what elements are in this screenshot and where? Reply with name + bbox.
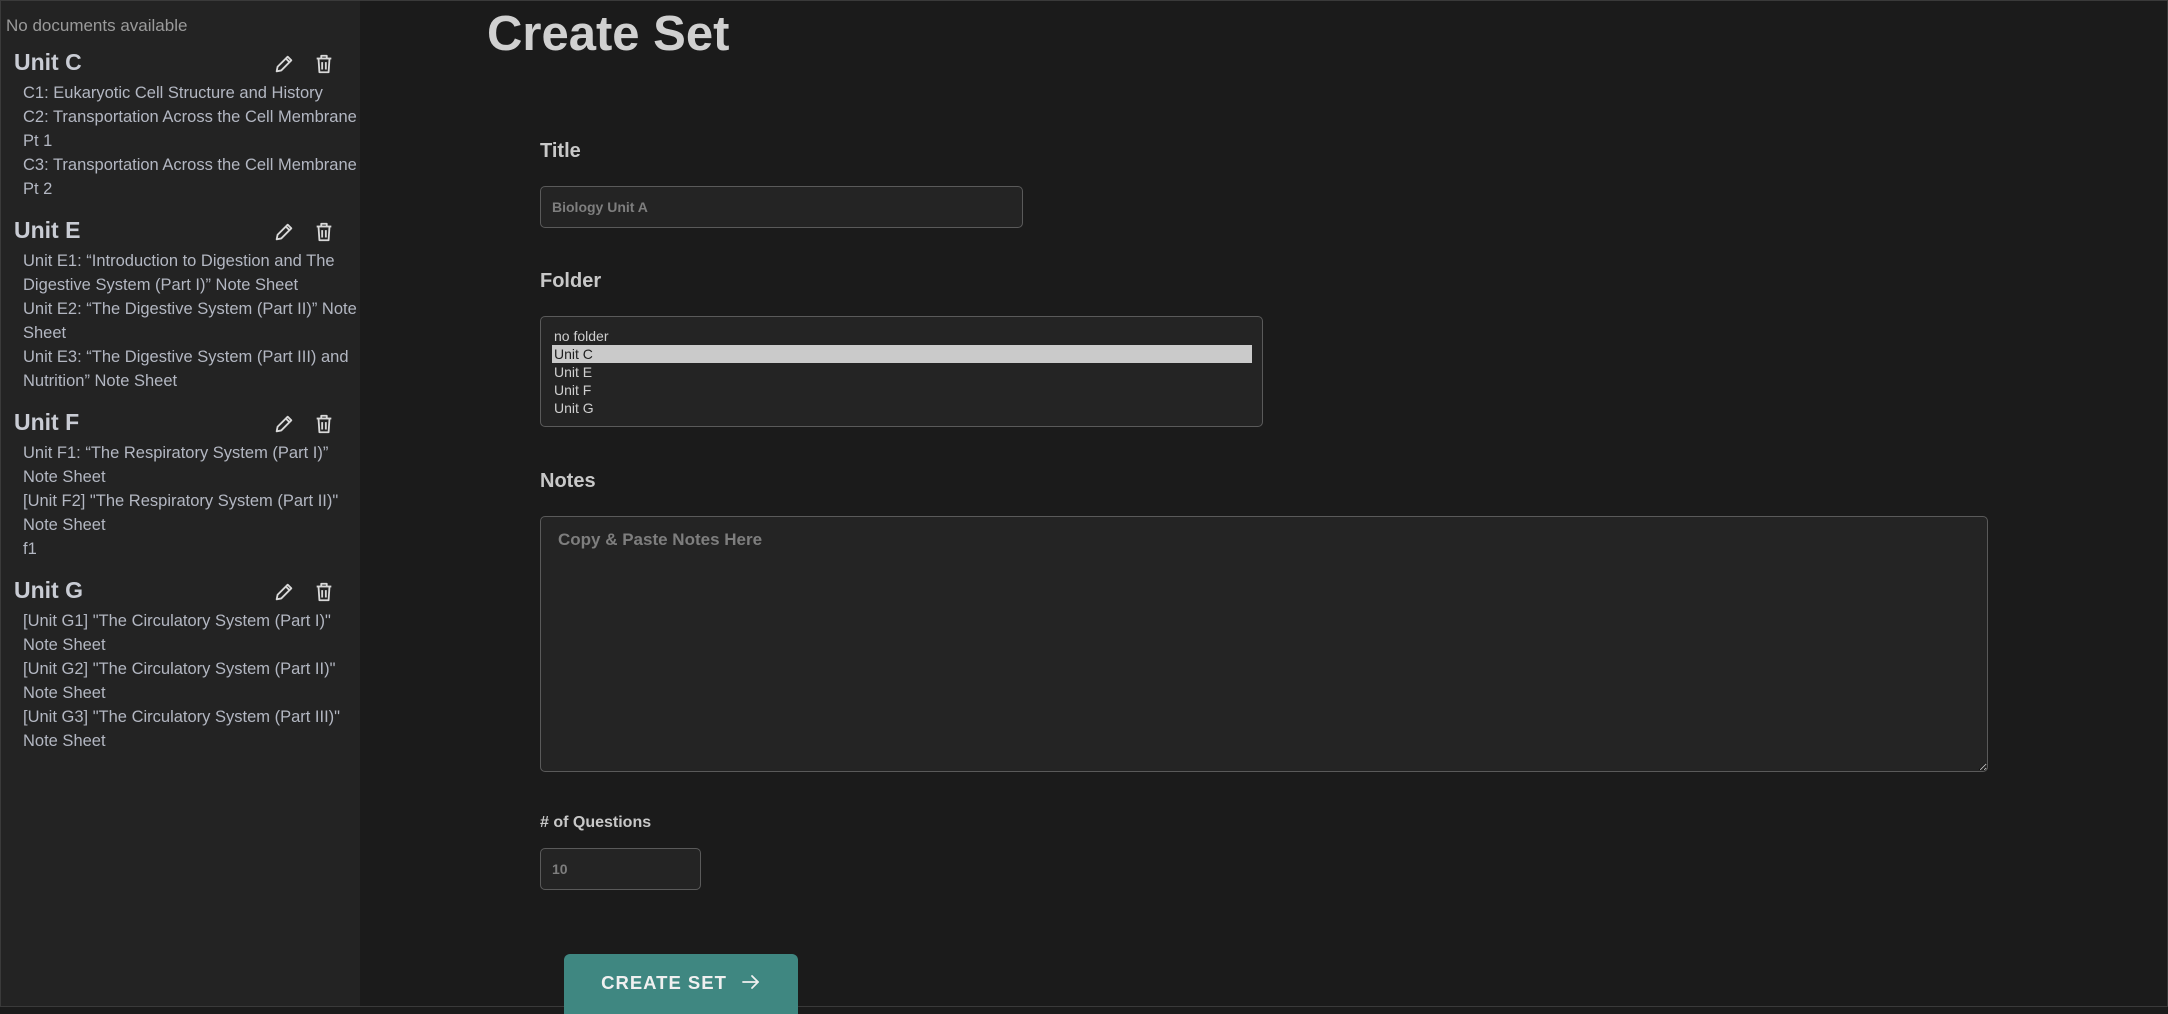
folder-title[interactable]: Unit G <box>14 577 83 604</box>
title-input[interactable] <box>540 186 1023 228</box>
folder-option[interactable]: no folder <box>552 327 1252 345</box>
folder-label: Folder <box>540 270 602 292</box>
document-item[interactable]: [Unit G3] "The Circulatory System (Part … <box>23 705 358 753</box>
document-item[interactable]: Unit E1: “Introduction to Digestion and … <box>23 249 358 297</box>
sidebar: No documents available Unit C C1: Eukary… <box>1 1 360 1006</box>
folder-unit-f: Unit F Unit F1: “The Respiratory System … <box>1 407 360 561</box>
no-documents-label: No documents available <box>6 16 188 35</box>
document-item[interactable]: Unit F1: “The Respiratory System (Part I… <box>23 441 358 489</box>
document-item[interactable]: [Unit G2] "The Circulatory System (Part … <box>23 657 358 705</box>
folder-option-selected[interactable]: Unit C <box>552 345 1252 363</box>
question-count-label: # of Questions <box>540 814 652 831</box>
folder-title[interactable]: Unit C <box>14 49 82 76</box>
folder-header: Unit F <box>1 407 360 441</box>
folder-header: Unit E <box>1 215 360 249</box>
trash-icon[interactable] <box>311 579 337 605</box>
document-list: Unit E1: “Introduction to Digestion and … <box>1 249 360 393</box>
trash-icon[interactable] <box>311 51 337 77</box>
document-item[interactable]: Unit E3: “The Digestive System (Part III… <box>23 345 358 393</box>
trash-icon[interactable] <box>311 219 337 245</box>
folder-title[interactable]: Unit E <box>14 217 80 244</box>
page-title: Create Set <box>487 7 730 61</box>
folder-title[interactable]: Unit F <box>14 409 79 436</box>
folder-unit-g: Unit G [Unit G1] "The Circulatory System… <box>1 575 360 753</box>
folder-option[interactable]: Unit E <box>552 363 1252 381</box>
create-set-button[interactable]: CREATE SET <box>564 954 798 1014</box>
folder-option[interactable]: Unit F <box>552 381 1252 399</box>
folder-unit-e: Unit E Unit E1: “Introduction to Digesti… <box>1 215 360 393</box>
question-count-input[interactable] <box>540 848 701 890</box>
document-item[interactable]: C1: Eukaryotic Cell Structure and Histor… <box>23 81 358 105</box>
title-label: Title <box>540 140 581 162</box>
document-item[interactable]: C2: Transportation Across the Cell Membr… <box>23 105 358 153</box>
create-set-label: CREATE SET <box>601 972 727 993</box>
document-item[interactable]: C3: Transportation Across the Cell Membr… <box>23 153 358 201</box>
pencil-icon[interactable] <box>271 411 297 437</box>
folder-header: Unit G <box>1 575 360 609</box>
notes-textarea[interactable] <box>540 516 1988 772</box>
pencil-icon[interactable] <box>271 579 297 605</box>
document-item[interactable]: [Unit G1] "The Circulatory System (Part … <box>23 609 358 657</box>
document-list: Unit F1: “The Respiratory System (Part I… <box>1 441 360 561</box>
document-list: [Unit G1] "The Circulatory System (Part … <box>1 609 360 753</box>
document-item[interactable]: f1 <box>23 537 358 561</box>
trash-icon[interactable] <box>311 411 337 437</box>
document-list: C1: Eukaryotic Cell Structure and Histor… <box>1 81 360 201</box>
pencil-icon[interactable] <box>271 219 297 245</box>
folder-unit-c: Unit C C1: Eukaryotic Cell Structure and… <box>1 47 360 201</box>
folder-header: Unit C <box>1 47 360 81</box>
folder-select[interactable]: no folder Unit C Unit E Unit F Unit G <box>540 316 1263 427</box>
document-item[interactable]: Unit E2: “The Digestive System (Part II)… <box>23 297 358 345</box>
notes-label: Notes <box>540 470 596 492</box>
document-item[interactable]: [Unit F2] "The Respiratory System (Part … <box>23 489 358 537</box>
folder-option[interactable]: Unit G <box>552 399 1252 417</box>
arrow-right-icon <box>741 973 761 996</box>
pencil-icon[interactable] <box>271 51 297 77</box>
